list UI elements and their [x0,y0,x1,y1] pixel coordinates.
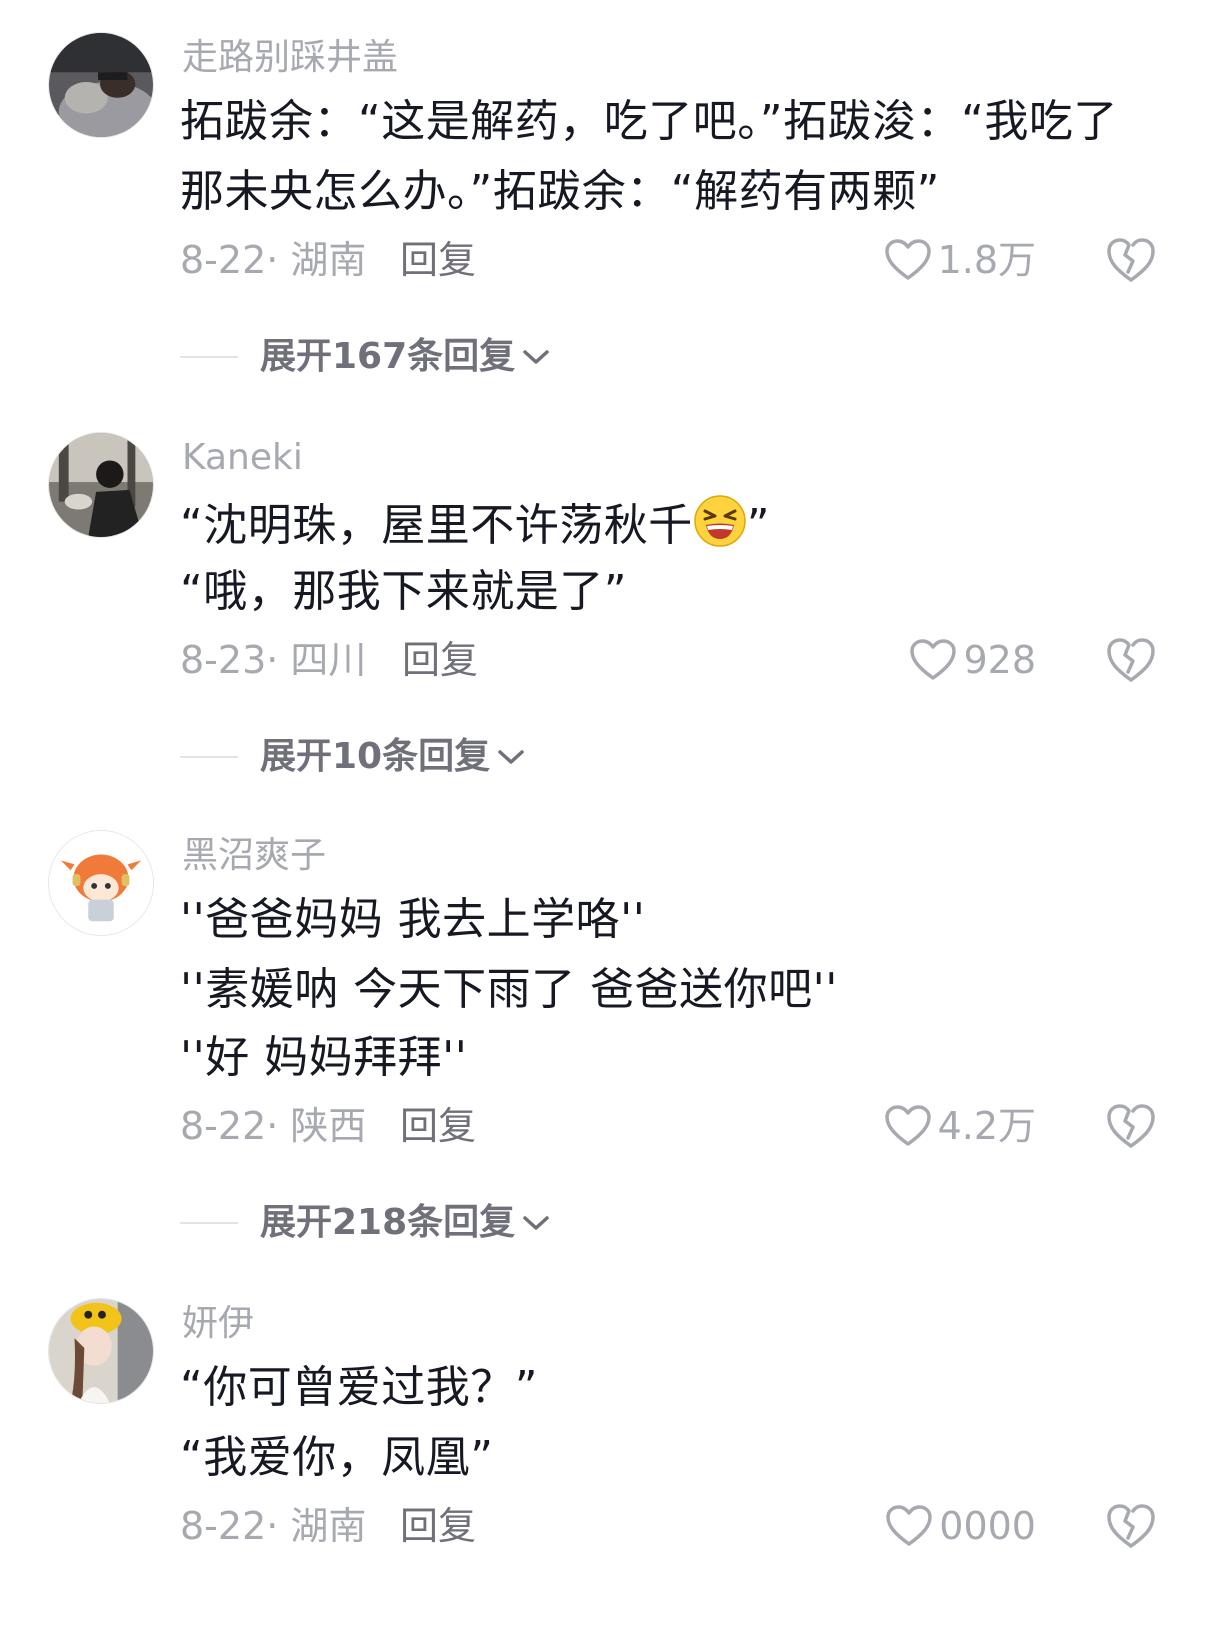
comment-text-line: ''好 妈妈拜拜'' [180,1032,468,1083]
comment-username[interactable]: 黑沼爽子 [182,834,326,878]
comment-text-line: 那未央怎么办。”拓跋余：“解药有两颗” [180,166,940,217]
reply-button[interactable]: 回复 [400,1098,476,1154]
like-button[interactable]: 4.2万 [884,1098,1036,1154]
comment-date-location: 8-22· 陕西 [180,1104,367,1148]
expand-replies-label: 展开10条回复 [260,736,491,777]
comment-meta: 8-22· 湖南 回复 1.8万 [180,232,1206,288]
like-count: 1.8万 [937,238,1036,282]
reply-button[interactable]: 回复 [400,232,476,288]
like-button[interactable]: 1.8万 [884,232,1036,288]
comment-text-line: ''爸爸妈妈 我去上学咯'' [180,894,646,945]
chevron-down-icon [523,350,549,364]
comment-text-line: “沈明珠，屋里不许荡秋千 ” [180,494,770,554]
comment-text-segment: “沈明珠，屋里不许荡秋千 [180,500,693,551]
avatar[interactable] [48,432,154,538]
like-count: 928 [963,638,1036,682]
avatar[interactable] [48,32,154,138]
comment-meta: 8-22· 湖南 回复 0000 [180,1498,1206,1554]
comment-meta: 8-22· 陕西 回复 4.2万 [180,1098,1206,1154]
comment-username[interactable]: Kaneki [182,436,303,480]
avatar[interactable] [48,1298,154,1404]
reply-button[interactable]: 回复 [402,632,478,688]
expand-replies-button[interactable]: 展开167条回复 [180,332,551,382]
like-button[interactable]: 0000 [885,1498,1036,1554]
heart-outline-icon [886,1505,933,1546]
like-button[interactable]: 928 [909,632,1036,688]
avatar[interactable] [48,830,154,936]
comment-text-line: 拓跋余：“这是解药，吃了吧。”拓跋浚：“我吃了 [180,96,1118,147]
comment-text-segment: ” [746,500,771,551]
heart-outline-icon [884,239,931,280]
comment-date-location: 8-22· 湖南 [180,238,367,282]
broken-heart-icon[interactable] [1106,236,1156,284]
expand-replies-label: 展开218条回复 [260,1202,516,1243]
heart-outline-icon [910,639,957,680]
comment-text-line: ''素媛呐 今天下雨了 爸爸送你吧'' [180,964,838,1015]
comment-text-line: “你可曾爱过我？” [180,1362,539,1413]
divider [180,756,238,758]
comment-username[interactable]: 走路别踩井盖 [182,36,398,80]
divider [180,356,238,358]
like-count: 4.2万 [937,1104,1036,1148]
broken-heart-icon[interactable] [1106,636,1156,684]
expand-replies-button[interactable]: 展开10条回复 [180,732,526,782]
broken-heart-icon[interactable] [1106,1502,1156,1550]
comment-date-location: 8-23· 四川 [180,638,367,682]
comment-text-line: “我爱你，凤凰” [180,1432,494,1483]
broken-heart-icon[interactable] [1106,1102,1156,1150]
heart-outline-icon [884,1105,931,1146]
reply-button[interactable]: 回复 [400,1498,476,1554]
like-count: 0000 [939,1504,1036,1548]
comment-date-location: 8-22· 湖南 [180,1504,367,1548]
divider [180,1222,238,1224]
expand-replies-button[interactable]: 展开218条回复 [180,1198,551,1248]
comment-text-line: “哦，那我下来就是了” [180,566,628,617]
comment-username[interactable]: 妍伊 [182,1302,254,1346]
expand-replies-label: 展开167条回复 [260,336,516,377]
comment-meta: 8-23· 四川 回复 928 [180,632,1206,688]
angry-grin-emoji [694,495,746,547]
chevron-down-icon [498,750,524,764]
chevron-down-icon [523,1216,549,1230]
